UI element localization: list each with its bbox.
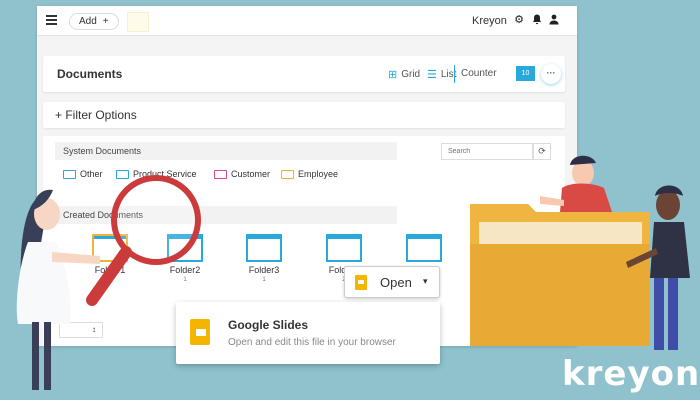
placeholder-box bbox=[127, 12, 149, 32]
more-options-button[interactable]: ··· bbox=[541, 64, 561, 84]
folder-icon bbox=[116, 169, 129, 179]
system-folder-product-service[interactable]: Product Service bbox=[116, 169, 197, 179]
list-view-toggle[interactable]: ☰ List bbox=[427, 68, 456, 81]
hamburger-menu-icon[interactable] bbox=[46, 15, 57, 25]
folder-file-count: 1 bbox=[262, 277, 266, 283]
folder-name: Folder2 bbox=[169, 265, 201, 275]
documents-header: Documents ⊞ Grid ☰ List Counter 10 ··· bbox=[43, 56, 565, 92]
system-folder-label: Other bbox=[80, 169, 103, 179]
google-slides-option[interactable]: Google Slides Open and edit this file in… bbox=[176, 302, 440, 364]
open-with-button[interactable]: Open ▾ bbox=[344, 266, 440, 298]
bell-icon[interactable] bbox=[531, 14, 543, 26]
counter-label: Counter bbox=[461, 68, 497, 79]
folder-icon bbox=[326, 234, 362, 262]
divider bbox=[454, 65, 455, 83]
app-option-description: Open and edit this file in your browser bbox=[228, 337, 396, 348]
count-badge[interactable]: 10 bbox=[516, 66, 535, 81]
list-icon: ☰ bbox=[427, 69, 437, 81]
folder-icon bbox=[246, 234, 282, 262]
filter-options-label: + Filter Options bbox=[55, 108, 137, 122]
folder-tile[interactable]: Folder1 1 bbox=[85, 234, 135, 283]
top-bar: Add + Kreyon ⚙ bbox=[37, 6, 577, 36]
system-folder-label: Employee bbox=[298, 169, 339, 179]
system-documents-title: System Documents bbox=[63, 146, 142, 156]
folder-file-count: 1 bbox=[108, 277, 112, 283]
woman-right-illustration bbox=[626, 185, 690, 350]
page-title: Documents bbox=[57, 67, 123, 81]
brand-logo: kreyon bbox=[562, 354, 700, 394]
folder-tile[interactable]: Folder3 1 bbox=[239, 234, 289, 283]
system-folder-label: Product Service bbox=[133, 169, 197, 179]
grid-icon: ⊞ bbox=[388, 69, 398, 81]
folder-icon bbox=[214, 169, 227, 179]
folder-icon bbox=[92, 234, 128, 262]
system-folder-other[interactable]: Other bbox=[63, 169, 103, 179]
folder-tile[interactable]: Folder2 1 bbox=[160, 234, 210, 283]
add-button[interactable]: Add + bbox=[69, 13, 119, 30]
folder-name: Folder3 bbox=[248, 265, 280, 275]
folder-icon bbox=[167, 234, 203, 262]
open-label: Open bbox=[380, 275, 412, 290]
user-icon[interactable] bbox=[548, 14, 560, 26]
folder-icon bbox=[406, 234, 442, 262]
grid-view-toggle[interactable]: ⊞ Grid bbox=[388, 68, 420, 81]
app-window: Add + Kreyon ⚙ Documents ⊞ Grid ☰ List C… bbox=[37, 6, 577, 346]
system-documents-header: System Documents bbox=[55, 142, 397, 160]
page-size-select[interactable]: ↕ bbox=[59, 322, 103, 338]
filter-options-toggle[interactable]: + Filter Options bbox=[43, 102, 565, 128]
folder-name: Folder1 bbox=[94, 265, 126, 275]
system-folder-customer[interactable]: Customer bbox=[214, 169, 270, 179]
chevron-down-icon: ▾ bbox=[423, 276, 428, 286]
brand-name: Kreyon bbox=[472, 15, 507, 27]
system-folder-employee[interactable]: Employee bbox=[281, 169, 338, 179]
gear-icon[interactable]: ⚙ bbox=[513, 14, 525, 26]
folder-icon bbox=[281, 169, 294, 179]
google-slides-icon bbox=[355, 275, 367, 290]
add-button-label: Add bbox=[79, 16, 97, 27]
folder-icon bbox=[63, 169, 76, 179]
folder-file-count: 1 bbox=[183, 277, 187, 283]
refresh-button[interactable]: ⟳ bbox=[533, 143, 551, 160]
grid-view-label: Grid bbox=[401, 69, 421, 80]
app-option-title: Google Slides bbox=[228, 318, 309, 332]
created-documents-title: Created Documents bbox=[63, 210, 144, 220]
system-folder-label: Customer bbox=[231, 169, 271, 179]
search-input[interactable] bbox=[441, 143, 533, 160]
google-slides-icon bbox=[190, 319, 210, 345]
plus-icon: + bbox=[102, 16, 109, 27]
created-documents-header: Created Documents bbox=[55, 206, 397, 224]
